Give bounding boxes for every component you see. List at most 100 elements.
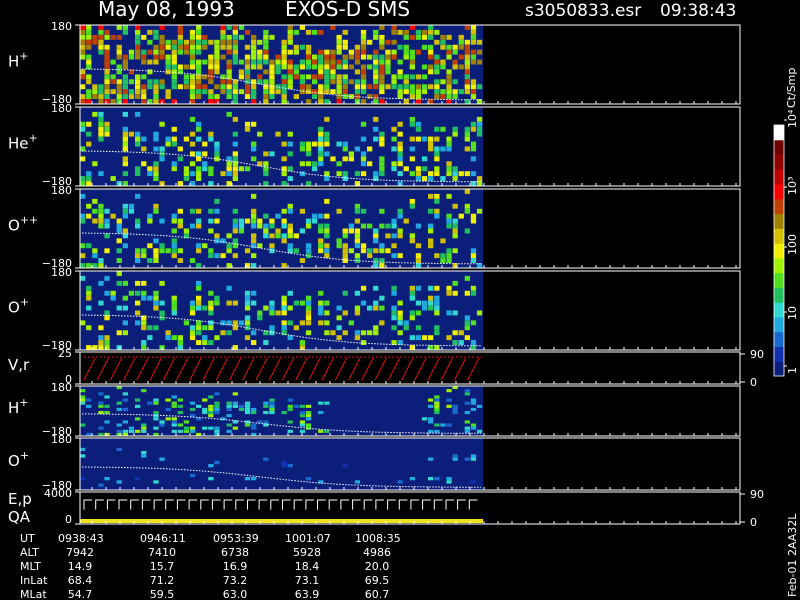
heatmap-cell — [171, 395, 177, 399]
heatmap-cell — [159, 300, 165, 306]
heatmap-cell — [269, 34, 275, 40]
heatmap-cell — [122, 330, 128, 336]
heatmap-cell — [373, 99, 379, 104]
heatmap-cell — [397, 161, 403, 167]
heatmap-cell — [446, 248, 452, 254]
heatmap-cell — [104, 310, 110, 316]
heatmap-cell — [287, 407, 293, 411]
heatmap-cell — [446, 171, 452, 177]
heatmap-cell — [80, 389, 86, 393]
heatmap-cell — [251, 39, 257, 45]
heatmap-cell — [214, 401, 220, 405]
heatmap-cell — [171, 404, 177, 408]
heatmap-cell — [86, 243, 92, 249]
heatmap-cell — [86, 59, 92, 65]
heatmap-cell — [269, 310, 275, 316]
heatmap-cell — [342, 79, 348, 85]
heatmap-cell — [80, 320, 86, 326]
heatmap-cell — [98, 325, 104, 331]
heatmap-cell — [470, 423, 477, 427]
heatmap-cell — [415, 300, 422, 306]
heatmap-cell — [269, 79, 275, 85]
heatmap-cell — [428, 171, 434, 177]
heatmap-cell — [305, 295, 312, 301]
heatmap-cell — [421, 136, 428, 142]
heatmap-cell — [324, 253, 330, 259]
ephemeris-value: 63.9 — [295, 588, 320, 600]
heatmap-cell — [446, 213, 452, 219]
heatmap-cell — [360, 49, 367, 55]
heatmap-cell — [135, 290, 141, 296]
heatmap-cell — [116, 248, 122, 254]
heatmap-cell — [220, 89, 226, 95]
heatmap-cell — [464, 401, 470, 405]
heatmap-cell — [147, 243, 153, 249]
heatmap-cell — [342, 253, 348, 259]
heatmap-cell — [214, 141, 220, 147]
heatmap-cell — [122, 161, 128, 167]
heatmap-cell — [196, 330, 202, 336]
heatmap-cell — [342, 94, 348, 99]
heatmap-cell — [208, 208, 214, 214]
heatmap-cell — [318, 305, 324, 311]
heatmap-cell — [379, 295, 385, 301]
heatmap-cell — [214, 411, 220, 415]
heatmap-cell — [446, 161, 452, 167]
heatmap-cell — [269, 151, 275, 157]
heatmap-cell — [299, 64, 306, 70]
heatmap-cell — [159, 121, 165, 127]
heatmap-cell — [464, 84, 470, 90]
heatmap-cell — [458, 64, 464, 70]
heatmap-cell — [165, 398, 171, 402]
heatmap-cell — [305, 243, 312, 249]
heatmap-cell — [135, 131, 141, 137]
heatmap-cell — [183, 64, 190, 70]
heatmap-cell — [464, 131, 470, 137]
heatmap-cell — [409, 156, 415, 162]
heatmap-cell — [202, 407, 208, 411]
heatmap-cell — [208, 477, 214, 481]
heatmap-cell — [409, 203, 415, 209]
heatmap-cell — [324, 320, 330, 326]
heatmap-cell — [354, 54, 361, 60]
heatmap-cell — [263, 171, 269, 177]
heatmap-cell — [98, 404, 104, 408]
heatmap-cell — [226, 59, 232, 65]
heatmap-cell — [165, 54, 171, 60]
heatmap-cell — [104, 49, 110, 55]
heatmap-cell — [104, 335, 110, 341]
heatmap-cell — [208, 59, 214, 65]
heatmap-cell — [324, 79, 330, 85]
heatmap-cell — [391, 136, 397, 142]
heatmap-cell — [183, 176, 190, 181]
heatmap-cell — [299, 258, 306, 263]
heatmap-cell — [189, 325, 196, 331]
heatmap-cell — [391, 305, 397, 311]
heatmap-cell — [232, 392, 238, 396]
heatmap-cell — [244, 126, 251, 132]
heatmap-cell — [391, 39, 397, 45]
heatmap-cell — [434, 295, 440, 301]
heatmap-cell — [98, 99, 104, 104]
heatmap-cell — [391, 84, 397, 90]
heatmap-cell — [220, 238, 226, 244]
heatmap-cell — [165, 141, 171, 147]
heatmap-cell — [336, 335, 342, 341]
heatmap-cell — [446, 84, 452, 90]
heatmap-cell — [141, 84, 147, 90]
heatmap-cell — [92, 84, 98, 90]
heatmap-cell — [342, 243, 348, 249]
heatmap-cell — [330, 79, 336, 85]
heatmap-cell — [318, 126, 324, 132]
heatmap-cell — [171, 136, 177, 142]
heatmap-cell — [476, 208, 483, 214]
colorbar-swatch — [774, 154, 784, 170]
heatmap-cell — [269, 407, 275, 411]
heatmap-cell — [244, 248, 251, 254]
heatmap-cell — [281, 305, 287, 311]
heatmap-cell — [415, 136, 422, 142]
heatmap-cell — [177, 208, 183, 214]
heatmap-cell — [348, 223, 354, 229]
heatmap-cell — [135, 248, 141, 254]
heatmap-cell — [428, 54, 434, 60]
